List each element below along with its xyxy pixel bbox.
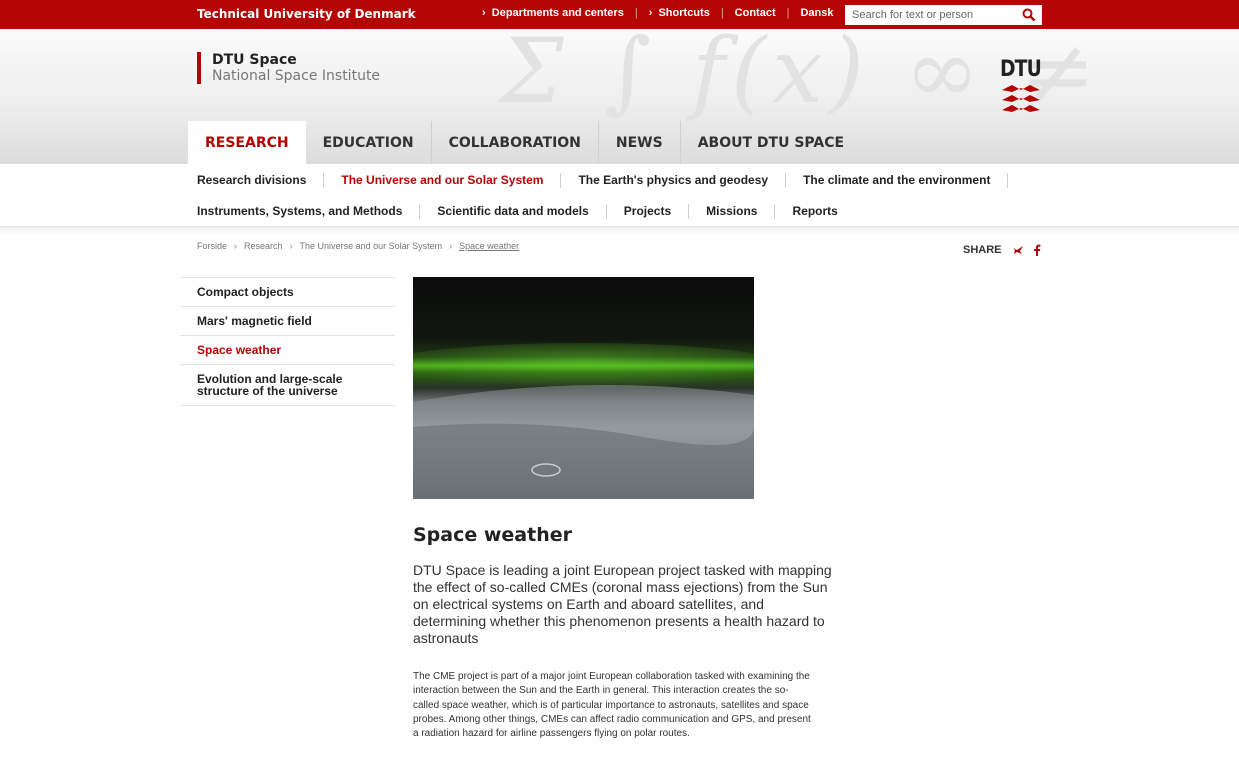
logo-waves-icon: [1002, 85, 1040, 112]
side-menu-evolution[interactable]: Evolution and large-scale structure of t…: [180, 364, 395, 406]
breadcrumb: Forside › Research › The Universe and ou…: [197, 241, 519, 251]
top-bar: Technical University of Denmark › Depart…: [0, 0, 1239, 29]
facebook-share-button[interactable]: [1029, 242, 1045, 258]
side-menu-mars-magnetic-field[interactable]: Mars' magnetic field: [180, 306, 395, 335]
contact-link[interactable]: Contact: [735, 7, 776, 19]
dtu-logo[interactable]: DTU: [1000, 57, 1044, 121]
logo-text: DTU: [1000, 57, 1042, 82]
breadcrumb-research[interactable]: Research: [244, 241, 283, 251]
side-menu: Compact objects Mars' magnetic field Spa…: [180, 277, 395, 406]
sub-nav: Research divisions The Universe and our …: [0, 164, 1239, 227]
nav-collaboration[interactable]: COLLABORATION: [432, 121, 599, 164]
nav-education[interactable]: EDUCATION: [306, 121, 432, 164]
page-title: Space weather: [413, 524, 572, 546]
departments-link-label: Departments and centers: [491, 7, 624, 19]
site-subtitle: National Space Institute: [212, 68, 381, 84]
breadcrumb-home[interactable]: Forside: [197, 241, 227, 251]
subnav-scientific-data[interactable]: Scientific data and models: [419, 204, 605, 219]
article-body: The CME project is part of a major joint…: [413, 671, 811, 740]
divider: |: [720, 7, 724, 19]
article-lead: DTU Space is leading a joint European pr…: [413, 562, 832, 646]
chevron-right-icon: ›: [449, 241, 453, 251]
sub-nav-row: Instruments, Systems, and Methods Scient…: [197, 204, 855, 219]
aurora-image: [413, 277, 754, 499]
side-menu-space-weather[interactable]: Space weather: [180, 335, 395, 364]
site-header: Σ ∫ f(x) ∞ ≠ DTU Space National Space In…: [0, 29, 1239, 164]
nav-news[interactable]: NEWS: [599, 121, 681, 164]
subnav-instruments[interactable]: Instruments, Systems, and Methods: [197, 204, 419, 219]
university-link[interactable]: Technical University of Denmark: [197, 7, 416, 21]
top-links: › Departments and centers | › Shortcuts …: [482, 7, 834, 19]
subnav-projects[interactable]: Projects: [605, 204, 688, 219]
site-brand[interactable]: DTU Space National Space Institute: [197, 52, 380, 84]
breadcrumb-current[interactable]: Space weather: [459, 241, 519, 251]
sub-nav-row: Research divisions The Universe and our …: [197, 173, 1009, 188]
search-box: [845, 5, 1042, 25]
breadcrumb-universe[interactable]: The Universe and our Solar System: [300, 241, 443, 251]
chevron-right-icon: ›: [234, 241, 238, 251]
chevron-right-icon: ›: [289, 241, 293, 251]
subnav-reports[interactable]: Reports: [774, 204, 854, 219]
search-input[interactable]: [845, 5, 1015, 25]
shortcuts-link[interactable]: › Shortcuts: [649, 7, 710, 19]
share-bar: SHARE: [963, 242, 1045, 258]
language-link[interactable]: Dansk: [800, 7, 833, 19]
subnav-research-divisions[interactable]: Research divisions: [197, 173, 323, 188]
subnav-universe[interactable]: The Universe and our Solar System: [323, 173, 560, 188]
side-menu-compact-objects[interactable]: Compact objects: [180, 277, 395, 306]
subnav-earth-physics[interactable]: The Earth's physics and geodesy: [560, 173, 785, 188]
shortcuts-link-label: Shortcuts: [658, 7, 710, 19]
twitter-icon: [1012, 246, 1023, 254]
nav-research[interactable]: RESEARCH: [188, 121, 306, 164]
search-icon[interactable]: [1022, 8, 1036, 22]
nav-about[interactable]: ABOUT DTU SPACE: [681, 121, 861, 164]
twitter-share-button[interactable]: [1010, 242, 1026, 258]
departments-link[interactable]: › Departments and centers: [482, 7, 624, 19]
share-label: SHARE: [963, 244, 1002, 256]
divider: |: [634, 7, 638, 19]
divider: |: [786, 7, 790, 19]
subnav-missions[interactable]: Missions: [688, 204, 774, 219]
site-title: DTU Space: [212, 52, 297, 68]
main-nav: RESEARCH EDUCATION COLLABORATION NEWS AB…: [188, 121, 861, 164]
subnav-climate[interactable]: The climate and the environment: [785, 173, 1009, 188]
facebook-icon: [1033, 244, 1040, 256]
divider: [0, 227, 1239, 235]
